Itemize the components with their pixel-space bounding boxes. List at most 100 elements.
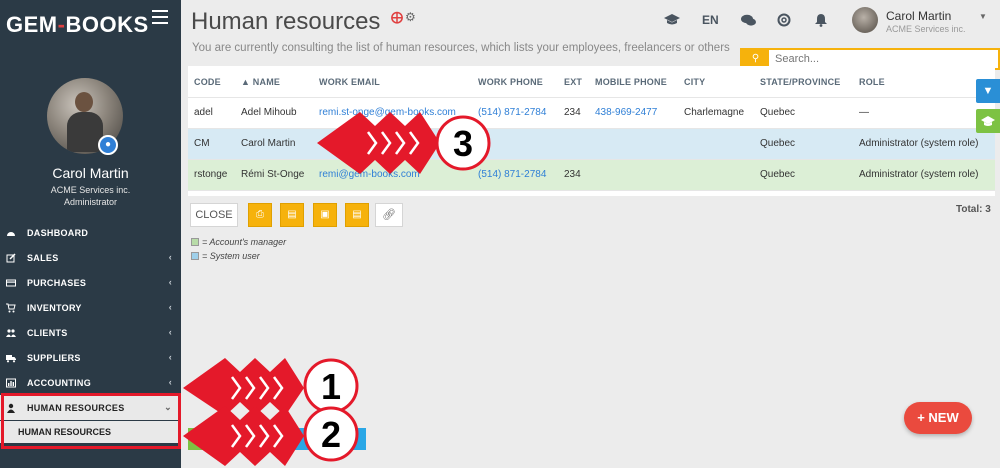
sidebar-item-label: ACCOUNTING	[27, 377, 91, 388]
close-button[interactable]: CLOSE	[190, 203, 238, 227]
chevron-left-icon: ‹	[168, 252, 172, 262]
graduation-cap-button-icon[interactable]	[976, 109, 1000, 133]
truck-icon	[6, 354, 16, 362]
print-icon[interactable]: ⎙	[248, 203, 272, 227]
cell-name[interactable]: Rémi St-Onge	[241, 169, 304, 180]
user-badge-icon: ●	[98, 135, 118, 155]
add-circle-icon[interactable]: ⨁	[391, 10, 403, 24]
sidebar-item-label: INVENTORY	[27, 302, 82, 313]
new-button[interactable]: + NEW	[904, 402, 972, 434]
total-count: Total: 3	[956, 204, 991, 215]
chevron-left-icon: ‹	[168, 352, 172, 362]
excel-export-icon[interactable]: ▣	[313, 203, 337, 227]
topbar-user-company: ACME Services inc.	[886, 24, 966, 34]
cell-code: adel	[194, 107, 213, 118]
column-header-code[interactable]: CODE	[194, 77, 221, 87]
cell-name[interactable]: Carol Martin	[241, 138, 295, 149]
cell-email[interactable]: remi@gem-books.com	[319, 169, 420, 180]
user-avatar[interactable]	[852, 7, 878, 33]
cell-email[interactable]: remi.st-onge@gem-books.com	[319, 107, 456, 118]
chevron-left-icon: ‹	[168, 377, 172, 387]
cell-state: Quebec	[760, 138, 796, 149]
cell-code: CM	[194, 138, 210, 149]
chevron-left-icon: ‹	[168, 277, 172, 287]
cell-name[interactable]: Adel Mihoub	[241, 107, 297, 118]
sidebar-item-label: DASHBOARD	[27, 227, 89, 238]
legend-system-user: = System user	[191, 251, 260, 261]
topbar-user-name[interactable]: Carol Martin	[886, 9, 951, 23]
column-header-work-email[interactable]: WORK EMAIL	[319, 77, 380, 87]
row-divider	[188, 128, 995, 129]
cell-role: —	[859, 107, 869, 118]
caret-down-icon[interactable]: ▼	[979, 12, 987, 21]
filter-icon[interactable]: ▼	[976, 79, 1000, 103]
cell-mobile[interactable]: 438-969-2477	[595, 107, 657, 118]
dashboard-icon	[7, 231, 15, 236]
column-header-ext[interactable]: EXT	[564, 77, 582, 87]
bell-icon[interactable]	[815, 13, 827, 27]
column-header-city[interactable]: CITY	[684, 77, 705, 87]
legend-manager-label: = Account's manager	[202, 237, 287, 247]
chevron-left-icon: ‹	[168, 327, 172, 337]
annotation-highlight-box	[1, 393, 181, 449]
page-title: Human resources	[191, 8, 381, 35]
column-header-role[interactable]: ROLE	[859, 77, 885, 87]
column-header-name[interactable]: ▲ NAME	[241, 77, 280, 87]
pdf-export-icon[interactable]: ▤	[345, 203, 369, 227]
row-divider	[188, 159, 995, 160]
cart-icon	[6, 303, 16, 312]
annotation-arrow-1	[183, 358, 304, 416]
column-header-work-phone[interactable]: WORK PHONE	[478, 77, 543, 87]
sidebar-item-label: CLIENTS	[27, 327, 68, 338]
profile-name: Carol Martin	[52, 165, 129, 181]
legend-swatch	[191, 238, 199, 246]
graduation-cap-icon[interactable]	[664, 13, 680, 27]
cell-ext: 234	[564, 107, 581, 118]
cell-role: Administrator (system role)	[859, 138, 979, 149]
sidebar-item-suppliers[interactable]: SUPPLIERS ‹	[0, 345, 181, 370]
brand-logo[interactable]: GEM-BOOKS	[6, 12, 149, 38]
sidebar-item-inventory[interactable]: INVENTORY ‹	[0, 295, 181, 320]
edit-icon	[6, 252, 16, 262]
legend-system-user-label: = System user	[202, 251, 260, 261]
legend-swatch	[191, 252, 199, 260]
title-actions: ⨁ ⚙	[391, 10, 416, 24]
annotation-number-1: 1	[321, 366, 341, 407]
legend-manager: = Account's manager	[191, 237, 286, 247]
gear-icon[interactable]: ⚙	[405, 10, 416, 24]
profile-company: ACME Services inc.	[50, 185, 131, 195]
chat-icon[interactable]	[741, 14, 756, 27]
id-card-icon[interactable]: ▤	[280, 203, 304, 227]
cell-state: Quebec	[760, 169, 796, 180]
link-icon[interactable]: 🔗︎	[375, 203, 403, 227]
row-divider	[188, 97, 995, 98]
sidebar-item-sales[interactable]: SALES ‹	[0, 245, 181, 270]
table-row[interactable]	[188, 97, 995, 128]
cell-phone[interactable]: (514) 871-2784	[478, 169, 546, 180]
language-selector[interactable]: EN	[702, 13, 719, 27]
chart-icon	[6, 378, 16, 387]
cell-city: Charlemagne	[684, 107, 745, 118]
bottom-add-button[interactable]: n re	[250, 428, 366, 450]
cell-code: rstonge	[194, 169, 228, 180]
cell-state: Quebec	[760, 107, 796, 118]
sidebar-item-label: SALES	[27, 252, 59, 263]
sidebar-item-dashboard[interactable]: DASHBOARD	[0, 220, 181, 245]
sidebar-item-accounting[interactable]: ACCOUNTING ‹	[0, 370, 181, 395]
chevron-left-icon: ‹	[168, 302, 172, 312]
sidebar-item-purchases[interactable]: PURCHASES ‹	[0, 270, 181, 295]
row-divider	[188, 190, 995, 191]
sidebar-item-clients[interactable]: CLIENTS ‹	[0, 320, 181, 345]
column-header-state[interactable]: STATE/PROVINCE	[760, 77, 840, 87]
hamburger-menu-icon[interactable]	[152, 10, 168, 24]
lifebuoy-icon[interactable]	[777, 13, 791, 27]
cell-phone[interactable]: (514) 871-2784	[478, 107, 546, 118]
annotation-circle-1	[303, 358, 359, 414]
sidebar-item-label: PURCHASES	[27, 277, 87, 288]
cell-ext: 234	[564, 169, 581, 180]
column-header-mobile-phone[interactable]: MOBILE PHONE	[595, 77, 667, 87]
cell-role: Administrator (system role)	[859, 169, 979, 180]
card-icon	[6, 279, 16, 286]
sidebar-item-label: SUPPLIERS	[27, 352, 81, 363]
brand-right: BOOKS	[65, 12, 149, 37]
